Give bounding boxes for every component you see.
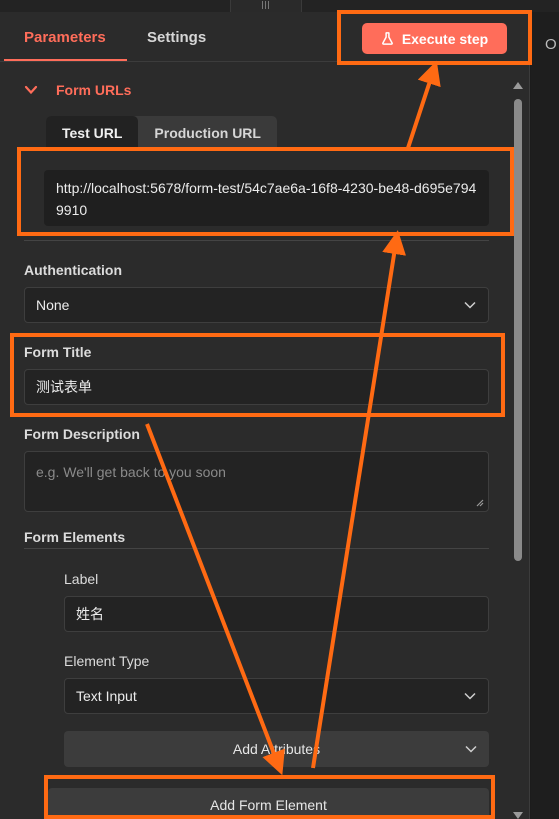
chevron-down-icon — [464, 692, 476, 700]
canvas-edge: O — [531, 12, 559, 819]
panel-drag-handle[interactable] — [230, 0, 302, 12]
form-title-value: 测试表单 — [36, 379, 92, 395]
add-attributes-button[interactable]: Add Attributes — [64, 731, 489, 767]
element-type-value: Text Input — [76, 688, 137, 704]
chevron-down-icon — [465, 745, 477, 753]
form-description-label: Form Description — [24, 426, 140, 442]
url-type-tabs: Test URL Production URL — [46, 116, 277, 150]
element-type-select[interactable]: Text Input — [64, 678, 489, 714]
authentication-label: Authentication — [24, 262, 122, 278]
element-label-input[interactable]: 姓名 — [64, 596, 489, 632]
form-title-input[interactable]: 测试表单 — [24, 369, 489, 405]
form-elements-divider — [24, 548, 489, 549]
tab-parameters[interactable]: Parameters — [24, 29, 106, 46]
form-description-placeholder: e.g. We'll get back to you soon — [36, 464, 226, 480]
element-label-value: 姓名 — [76, 606, 104, 622]
chevron-down-icon — [464, 301, 476, 309]
panel-tabs: Parameters Settings Execute step — [0, 12, 530, 62]
form-elements-label: Form Elements — [24, 529, 126, 545]
form-title-label: Form Title — [24, 344, 92, 360]
chevron-down-icon — [24, 85, 38, 95]
add-form-element-label: Add Form Element — [210, 797, 327, 813]
execute-step-button[interactable]: Execute step — [362, 23, 507, 54]
form-urls-heading: Form URLs — [56, 82, 132, 98]
tab-production-url[interactable]: Production URL — [138, 116, 277, 150]
active-tab-indicator — [4, 59, 127, 61]
resize-grip-icon[interactable] — [475, 498, 484, 507]
form-description-input[interactable]: e.g. We'll get back to you soon — [24, 451, 489, 512]
element-type-caption: Element Type — [64, 653, 150, 669]
node-parameters-panel: Parameters Settings Execute step Form UR… — [0, 12, 530, 819]
partial-canvas-text: O — [545, 36, 557, 53]
flask-icon — [381, 32, 393, 45]
add-form-element-button[interactable]: Add Form Element — [48, 788, 489, 819]
form-urls-toggle[interactable]: Form URLs — [24, 82, 131, 98]
tab-settings[interactable]: Settings — [147, 29, 206, 46]
authentication-value: None — [36, 297, 70, 313]
element-label-caption: Label — [64, 571, 99, 587]
tab-test-url[interactable]: Test URL — [46, 116, 139, 150]
scroll-down-arrow[interactable] — [513, 812, 523, 819]
section-divider — [24, 240, 489, 241]
authentication-select[interactable]: None — [24, 287, 489, 323]
execute-step-label: Execute step — [401, 30, 489, 47]
add-attributes-label: Add Attributes — [232, 741, 321, 757]
scrollbar-thumb[interactable] — [514, 99, 522, 561]
scroll-up-arrow[interactable] — [513, 82, 523, 89]
form-url-display[interactable]: http://localhost:5678/form-test/54c7ae6a… — [44, 170, 489, 226]
